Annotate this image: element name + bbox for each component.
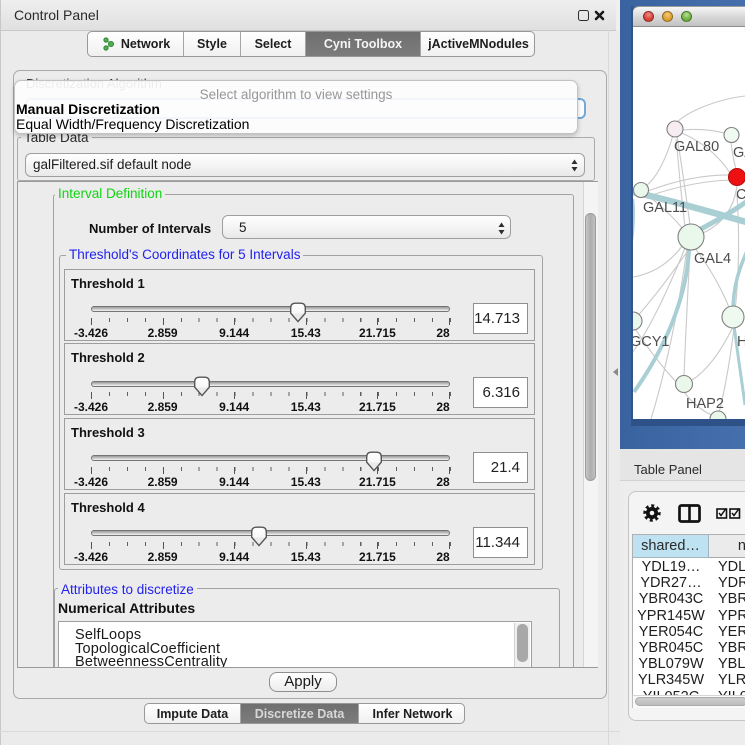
svg-text:GAL4: GAL4: [694, 251, 731, 267]
svg-text:GAL80: GAL80: [674, 139, 719, 155]
svg-text:GA: GA: [733, 145, 745, 161]
svg-text:GCY1: GCY1: [633, 334, 670, 350]
svg-text:CD: CD: [736, 187, 745, 203]
svg-text:GAL11: GAL11: [643, 200, 687, 216]
svg-text:H: H: [737, 334, 745, 350]
svg-text:HAP2: HAP2: [686, 396, 724, 412]
